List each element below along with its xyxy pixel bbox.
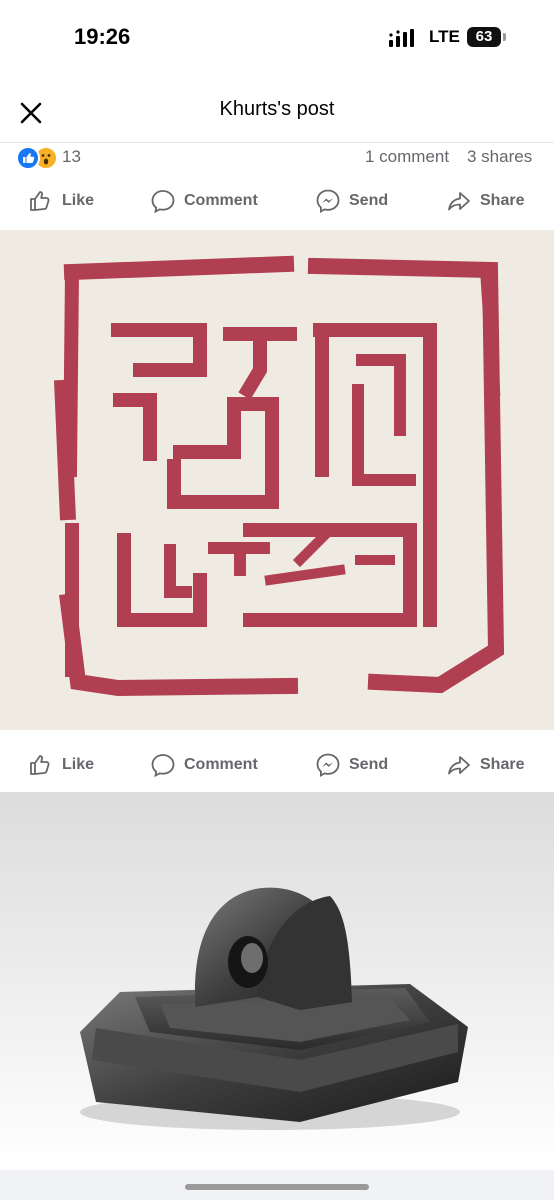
- image-like-button[interactable]: Like: [28, 739, 94, 791]
- messenger-icon: [316, 753, 340, 778]
- share-button[interactable]: Share: [446, 175, 524, 227]
- home-indicator[interactable]: [185, 1184, 369, 1190]
- network-label: LTE: [429, 27, 460, 46]
- share-icon: [448, 756, 470, 775]
- image-action-bar: Like Comment Send Share: [0, 739, 554, 791]
- status-time: 19:26: [74, 24, 131, 49]
- send-label: Send: [349, 756, 389, 773]
- battery-level: 63: [467, 27, 501, 47]
- like-label: Like: [62, 192, 95, 209]
- like-reaction-icon: [16, 146, 40, 170]
- post-header: Khurts's post: [0, 80, 554, 143]
- messenger-icon: [316, 189, 340, 214]
- reaction-count: 13: [62, 147, 81, 166]
- like-label: Like: [62, 756, 95, 773]
- page-title: Khurts's post: [219, 98, 335, 120]
- thumbs-up-icon: [30, 191, 50, 211]
- signal-icon: [389, 29, 414, 47]
- seal-impression-graphic: [0, 230, 554, 730]
- seal-object-graphic: [0, 792, 554, 1170]
- post-action-bar: Like Comment Send Share: [0, 175, 554, 227]
- share-icon: [448, 192, 470, 211]
- image-send-button[interactable]: Send: [315, 739, 388, 791]
- comment-count-link[interactable]: 1 comment: [365, 147, 449, 167]
- like-button[interactable]: Like: [28, 175, 94, 227]
- seal-impression-image[interactable]: [0, 230, 554, 730]
- comment-label: Comment: [184, 756, 258, 773]
- status-bar: 19:26 LTE 63: [0, 0, 554, 80]
- share-count-link[interactable]: 3 shares: [467, 147, 532, 167]
- reaction-summary[interactable]: 13 1 comment 3 shares: [0, 142, 554, 172]
- comment-button[interactable]: Comment: [150, 175, 258, 227]
- thumbs-up-icon: [30, 755, 50, 775]
- comment-icon: [151, 754, 175, 778]
- share-label: Share: [480, 192, 525, 209]
- comment-icon: [151, 190, 175, 214]
- send-button[interactable]: Send: [315, 175, 388, 227]
- share-label: Share: [480, 756, 525, 773]
- seal-object-image[interactable]: [0, 792, 554, 1170]
- battery-tip: [503, 33, 506, 41]
- send-label: Send: [349, 192, 389, 209]
- comment-label: Comment: [184, 192, 258, 209]
- image-comment-button[interactable]: Comment: [150, 739, 258, 791]
- image-share-button[interactable]: Share: [446, 739, 524, 791]
